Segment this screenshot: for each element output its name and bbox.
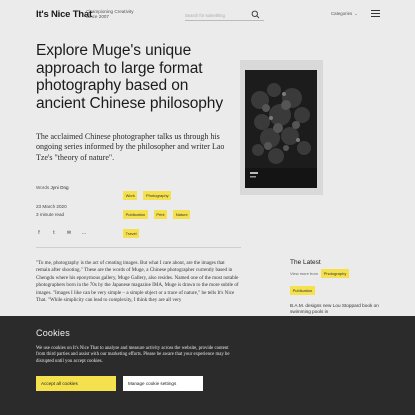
chevron-down-icon: ⌄ [354, 11, 358, 16]
article-standfirst: The acclaimed Chinese photographer talks… [36, 132, 225, 162]
tag-publication[interactable]: Publication [123, 210, 148, 219]
hamburger-menu-icon[interactable] [371, 10, 380, 17]
article-date: 23 March 2020 [36, 204, 67, 209]
article-byline: Words Jyni Ong [36, 185, 69, 190]
categories-dropdown[interactable]: Categories ⌄ [331, 11, 358, 16]
site-logo[interactable]: It's Nice That [36, 9, 92, 20]
words-label: Words [36, 185, 50, 190]
article-tags: Work Photography Publication Print Natur… [123, 184, 193, 241]
site-header: It's Nice That Championing Creativity Si… [0, 0, 415, 30]
accept-cookies-button[interactable]: Accept all cookies [36, 376, 116, 391]
latest-heading: The Latest [290, 259, 321, 266]
filter-tag-photography[interactable]: Photography [321, 269, 349, 278]
twitter-icon[interactable]: t [51, 230, 57, 236]
article-title: Explore Muge's unique approach to large … [36, 42, 223, 112]
latest-filter-row: Publication [290, 279, 316, 298]
book-cover-image [240, 60, 323, 195]
share-bar: f t ✉ … [36, 230, 87, 236]
site-tagline: Championing Creativity Since 2007 [86, 9, 134, 20]
tag-photography[interactable]: Photography [143, 191, 172, 200]
latest-article-link[interactable]: B.A.M. designs new Lou Stoppard book on … [290, 303, 380, 315]
cookie-banner: Cookies We use cookies on It's Nice That… [0, 316, 415, 415]
search-input[interactable] [185, 10, 249, 20]
tag-work[interactable]: Work [123, 191, 138, 200]
facebook-icon[interactable]: f [36, 230, 42, 236]
search-icon[interactable] [251, 10, 260, 19]
manage-cookies-button[interactable]: Manage cookie settings [123, 376, 203, 391]
categories-label: Categories [331, 11, 353, 16]
filter-tag-publication[interactable]: Publication [290, 286, 315, 295]
cookie-title: Cookies [36, 328, 70, 338]
cover-illustration [240, 60, 323, 195]
tag-print[interactable]: Print [153, 210, 168, 219]
read-time: 3 minute read [36, 212, 65, 217]
divider [36, 247, 241, 248]
cookie-text: We use cookies on It's Nice That to anal… [36, 346, 230, 364]
tag-nature[interactable]: Nature [173, 210, 191, 219]
author-link[interactable]: Jyni Ong [50, 185, 68, 190]
tag-travel[interactable]: Travel [123, 229, 140, 238]
view-more-label: View more from [290, 270, 318, 276]
more-options-icon[interactable]: … [81, 230, 87, 236]
search-bar[interactable] [185, 10, 264, 21]
email-icon[interactable]: ✉ [66, 230, 72, 236]
article-body: "To me, photography is the act of creati… [36, 260, 239, 304]
